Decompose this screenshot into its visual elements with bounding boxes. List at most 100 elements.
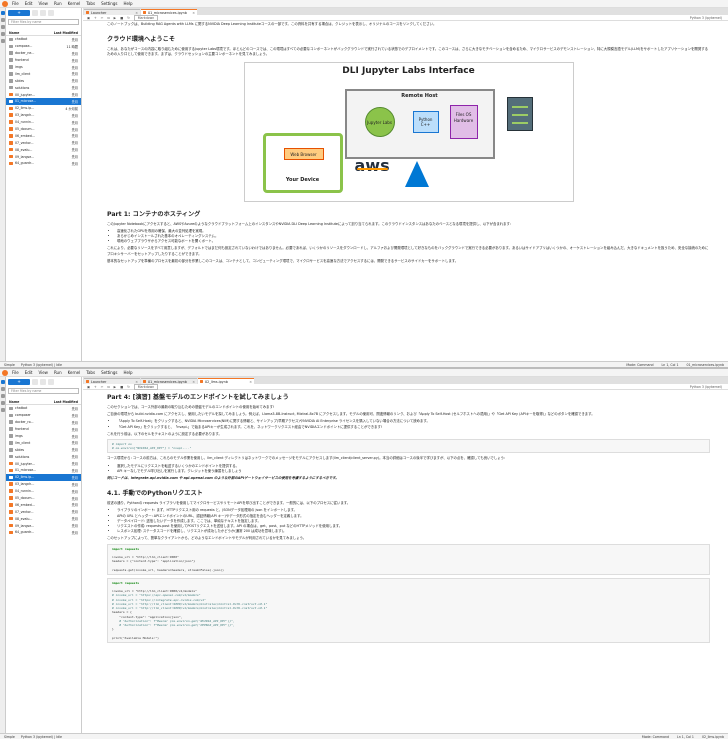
simple-toggle[interactable]: Simple [4,363,15,367]
kernel-name[interactable]: Python 3 (ipykernel) [690,16,722,20]
file-row-notebook[interactable]: 01_microse... 先月 [6,467,81,474]
file-row-folder[interactable]: frontend 先月 [6,426,81,433]
close-icon[interactable]: × [192,11,195,15]
new-launcher-button[interactable]: + [8,10,30,16]
file-row-notebook[interactable]: 05_docum... 先月 [6,126,81,133]
file-row-notebook[interactable]: 64_guardr... 先月 [6,529,81,536]
file-row-notebook[interactable]: 00_jupyter... 先月 [6,460,81,467]
run-icon[interactable]: ▶ [114,16,116,20]
file-row-folder[interactable]: composer 先月 [6,412,81,419]
commands-icon[interactable] [1,394,5,398]
code-cell-list-models[interactable]: import requests invoke_url = "http://llm… [107,577,710,643]
toc-icon[interactable] [1,32,5,36]
file-row-notebook[interactable]: 02_llms.ip... 4 か月前 [6,105,81,112]
extension-icon[interactable] [1,408,5,412]
menu-kernel[interactable]: Kernel [68,1,81,6]
file-row-notebook[interactable]: 64_guardr... 先月 [6,160,81,167]
kernel-status[interactable]: Python 3 (ipykernel) | Idle [21,363,62,367]
simple-toggle[interactable]: Simple [4,735,15,739]
menu-edit[interactable]: Edit [25,1,33,6]
breadcrumb-home-icon[interactable] [8,395,79,399]
column-name[interactable]: Name [9,31,19,35]
file-row-folder[interactable]: compose... 11 時間 [6,43,81,50]
close-icon[interactable]: × [192,380,195,384]
breadcrumb-home-icon[interactable] [8,26,79,30]
file-row-folder[interactable]: llm_client 先月 [6,70,81,77]
refresh-icon[interactable] [48,379,54,385]
file-row-notebook[interactable]: 00_jupyter... 先月 [6,91,81,98]
cursor-position[interactable]: Ln 1, Col 1 [677,735,694,739]
kernel-status[interactable]: Python 3 (ipykernel) | Idle [21,735,62,739]
file-row-notebook[interactable]: 01_microse... 先月 [6,98,81,105]
file-row-folder[interactable]: imgs 先月 [6,433,81,440]
file-row-notebook[interactable]: 06_embed... 先月 [6,132,81,139]
restart-icon[interactable]: ↻ [127,385,130,389]
file-row-folder[interactable]: solutions 先月 [6,84,81,91]
running-icon[interactable] [1,18,5,22]
cursor-position[interactable]: Ln 1, Col 1 [662,363,679,367]
menu-run[interactable]: Run [54,1,62,6]
extension-icon[interactable] [1,39,5,43]
cut-icon[interactable]: ✂ [101,385,104,389]
notebook-content[interactable]: このノートブックは、Building RAG Agents with LLMs … [83,21,728,361]
folder-icon[interactable] [1,380,5,384]
file-row-notebook[interactable]: 03_langch... 先月 [6,481,81,488]
file-row-notebook[interactable]: 08_evalu... 先月 [6,515,81,522]
file-row-notebook[interactable]: 09_langse... 先月 [6,522,81,529]
filter-input[interactable]: Filter files by name [8,388,79,394]
code-cell-env[interactable]: # import os # os.environ["NVIDIA_API_KEY… [107,439,710,454]
code-cell-requests-get[interactable]: import requests invoke_url = "http://llm… [107,543,710,575]
file-row-notebook[interactable]: 08_evalu... 先月 [6,146,81,153]
file-row-folder[interactable]: imgs 先月 [6,64,81,71]
copy-icon[interactable]: ⧉ [107,385,109,389]
tab-notebook-active[interactable]: 02_llms.ipynb × [198,378,254,384]
new-folder-icon[interactable] [32,379,38,385]
stop-icon[interactable]: ■ [120,16,123,20]
file-row-notebook[interactable]: 07_vector... 先月 [6,139,81,146]
menu-file[interactable]: File [12,370,19,375]
menu-view[interactable]: View [38,1,48,6]
close-icon[interactable]: × [249,380,252,384]
add-cell-icon[interactable]: + [94,385,97,389]
commands-icon[interactable] [1,25,5,29]
file-row-folder[interactable]: chatbot 先月 [6,405,81,412]
copy-icon[interactable]: ⧉ [107,16,109,20]
file-row-folder[interactable]: slides 先月 [6,446,81,453]
restart-icon[interactable]: ↻ [127,16,130,20]
file-row-folder[interactable]: docker_ro... 先月 [6,419,81,426]
column-last-modified[interactable]: Last Modified [54,400,78,404]
tab-launcher[interactable]: Launcher × [84,9,140,15]
file-row-notebook[interactable]: 02_llms.ip... 先月 [6,473,81,481]
file-row-notebook[interactable]: 04_runnin... 先月 [6,488,81,495]
cell-type-select[interactable]: Markdown [133,14,159,21]
menu-tabs[interactable]: Tabs [86,370,95,375]
file-row-folder[interactable]: llm_client 先月 [6,439,81,446]
kernel-name[interactable]: Python 3 (ipykernel) [690,385,722,389]
running-icon[interactable] [1,387,5,391]
file-row-notebook[interactable]: 04_runnin... 先月 [6,119,81,126]
menu-run[interactable]: Run [54,370,62,375]
run-icon[interactable]: ▶ [114,385,116,389]
save-icon[interactable]: ▣ [87,16,90,20]
cell-type-select[interactable]: Markdown [133,383,159,390]
file-row-folder[interactable]: docker_ne... 先月 [6,50,81,57]
file-row-folder[interactable]: solutions 先月 [6,453,81,460]
file-row-notebook[interactable]: 06_embed... 先月 [6,501,81,508]
new-launcher-button[interactable]: + [8,379,30,385]
column-name[interactable]: Name [9,400,19,404]
file-row-folder[interactable]: chatbot 先月 [6,36,81,43]
add-cell-icon[interactable]: + [94,16,97,20]
column-last-modified[interactable]: Last Modified [54,31,78,35]
save-icon[interactable]: ▣ [87,385,90,389]
file-row-notebook[interactable]: 03_langch... 先月 [6,112,81,119]
notebook-content[interactable]: Part 4: [演習] 基盤モデルのエンドポイントを試してみましょう このセク… [83,390,728,733]
upload-icon[interactable] [40,10,46,16]
menu-help[interactable]: Help [123,1,132,6]
file-row-notebook[interactable]: 07_vector... 先月 [6,508,81,515]
menu-edit[interactable]: Edit [25,370,33,375]
stop-icon[interactable]: ■ [120,385,123,389]
file-row-notebook[interactable]: 05_docum... 先月 [6,495,81,502]
file-row-folder[interactable]: frontend 先月 [6,57,81,64]
menu-file[interactable]: File [12,1,19,6]
file-row-notebook[interactable]: 09_langse... 先月 [6,153,81,160]
